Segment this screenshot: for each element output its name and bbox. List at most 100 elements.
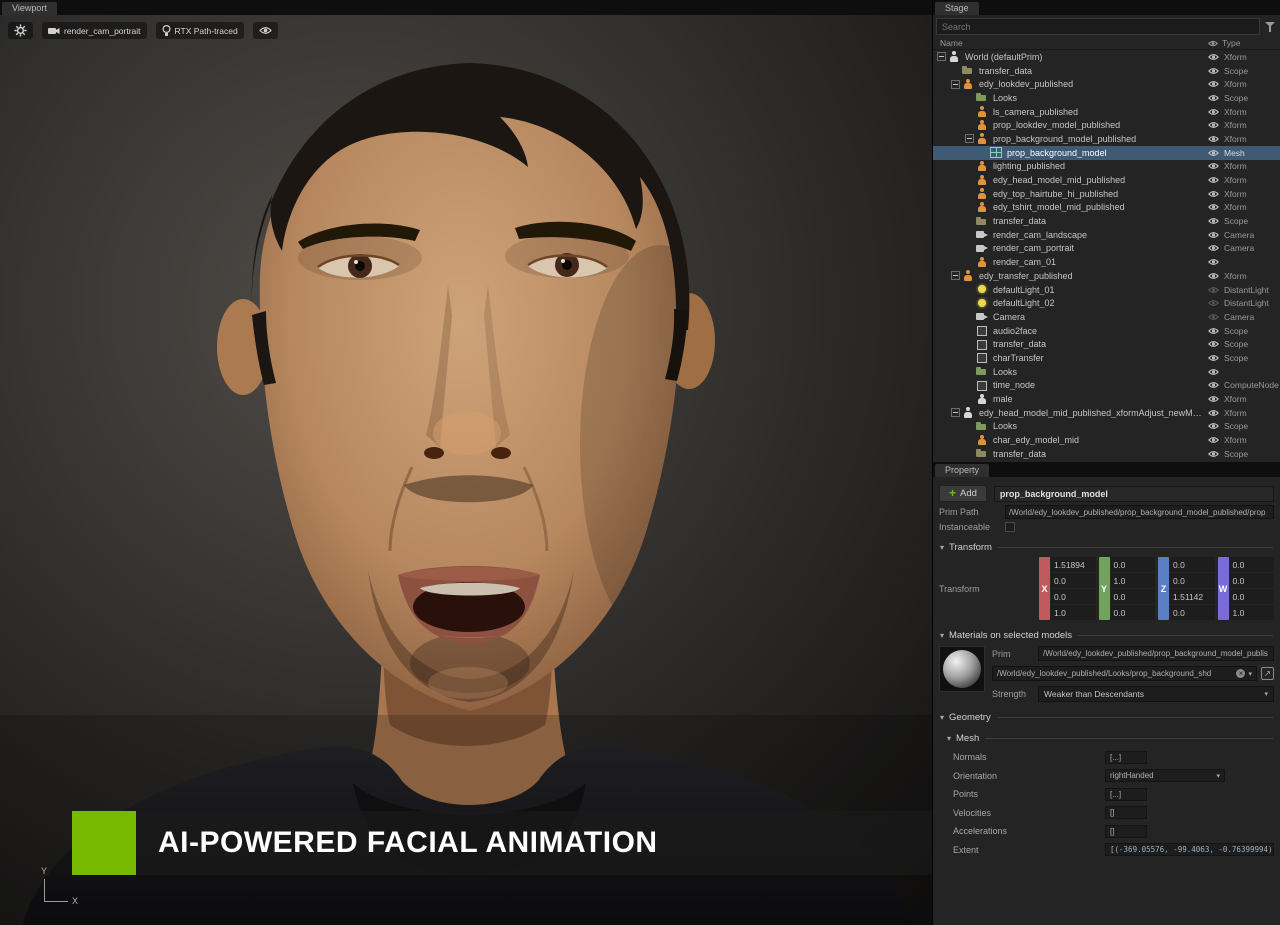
tree-row[interactable]: lighting_published Xform bbox=[933, 160, 1280, 174]
tab-stage[interactable]: Stage bbox=[935, 2, 979, 15]
geometry-attribute-value[interactable]: [] bbox=[1105, 825, 1147, 838]
tree-row[interactable]: charTransfer Scope bbox=[933, 351, 1280, 365]
prim-name-field[interactable] bbox=[994, 486, 1274, 502]
visibility-eye-icon[interactable] bbox=[1204, 121, 1222, 129]
visibility-eye-icon[interactable] bbox=[1204, 217, 1222, 225]
visibility-eye-icon[interactable] bbox=[1204, 67, 1222, 75]
expand-toggle-icon[interactable] bbox=[965, 134, 974, 143]
tree-row[interactable]: defaultLight_02 DistantLight bbox=[933, 296, 1280, 310]
matrix-value[interactable]: 1.0 bbox=[1111, 573, 1156, 588]
visibility-eye-icon[interactable] bbox=[1204, 203, 1222, 211]
visibility-eye-icon[interactable] bbox=[1204, 190, 1222, 198]
visibility-eye-icon[interactable] bbox=[1204, 409, 1222, 417]
geometry-attribute-value[interactable]: rightHanded bbox=[1105, 769, 1225, 782]
strength-dropdown[interactable]: Weaker than Descendants bbox=[1038, 686, 1274, 702]
instanceable-checkbox[interactable] bbox=[1005, 522, 1015, 532]
open-material-icon[interactable] bbox=[1261, 667, 1274, 680]
matrix-value[interactable]: 1.0 bbox=[1230, 605, 1275, 620]
visibility-eye-icon[interactable] bbox=[1204, 422, 1222, 430]
matrix-value[interactable]: 0.0 bbox=[1051, 589, 1096, 604]
tree-row[interactable]: transfer_data Scope bbox=[933, 64, 1280, 78]
material-path-field[interactable]: /World/edy_lookdev_published/Looks/prop_… bbox=[992, 666, 1257, 681]
visibility-eye-icon[interactable] bbox=[1204, 80, 1222, 88]
matrix-value[interactable]: 0.0 bbox=[1230, 573, 1275, 588]
matrix-value[interactable]: 0.0 bbox=[1111, 605, 1156, 620]
visibility-eye-icon[interactable] bbox=[1204, 395, 1222, 403]
visibility-eye-icon[interactable] bbox=[1204, 231, 1222, 239]
tree-row[interactable]: transfer_data Scope bbox=[933, 337, 1280, 351]
tree-row[interactable]: render_cam_landscape Camera bbox=[933, 228, 1280, 242]
column-name[interactable]: Name bbox=[940, 38, 1204, 48]
expand-toggle-icon[interactable] bbox=[951, 408, 960, 417]
tree-row[interactable]: edy_tshirt_model_mid_published Xform bbox=[933, 201, 1280, 215]
visibility-eye-icon[interactable] bbox=[1204, 327, 1222, 335]
matrix-value[interactable]: 0.0 bbox=[1111, 557, 1156, 572]
filter-icon[interactable] bbox=[1264, 21, 1276, 33]
visibility-eye-icon[interactable] bbox=[1204, 436, 1222, 444]
tree-row[interactable]: prop_background_model_published Xform bbox=[933, 132, 1280, 146]
matrix-value[interactable]: 0.0 bbox=[1111, 589, 1156, 604]
tree-row[interactable]: edy_top_hairtube_hi_published Xform bbox=[933, 187, 1280, 201]
visibility-eye-icon[interactable] bbox=[1204, 313, 1222, 321]
transform-section-header[interactable]: Transform bbox=[940, 542, 1273, 553]
tree-row[interactable]: male Xform bbox=[933, 392, 1280, 406]
visibility-eye-icon[interactable] bbox=[1204, 381, 1222, 389]
geometry-attribute-value[interactable]: [] bbox=[1105, 806, 1147, 819]
visibility-eye-icon[interactable] bbox=[1204, 162, 1222, 170]
matrix-value[interactable]: 1.51894 bbox=[1051, 557, 1096, 572]
tree-row[interactable]: prop_lookdev_model_published Xform bbox=[933, 118, 1280, 132]
visibility-eye-icon[interactable] bbox=[1204, 149, 1222, 157]
stage-search-input[interactable] bbox=[936, 18, 1260, 35]
tree-row[interactable]: edy_head_model_mid_published_xformAdjust… bbox=[933, 406, 1280, 420]
tab-property[interactable]: Property bbox=[935, 464, 989, 477]
visibility-eye-icon[interactable] bbox=[1204, 272, 1222, 280]
tree-row[interactable]: transfer_data Scope bbox=[933, 447, 1280, 461]
tree-row[interactable]: Looks Scope bbox=[933, 91, 1280, 105]
visibility-eye-icon[interactable] bbox=[1204, 258, 1222, 266]
column-type[interactable]: Type bbox=[1222, 38, 1280, 48]
geometry-attribute-value[interactable]: [...] bbox=[1105, 751, 1147, 764]
mesh-subsection-header[interactable]: Mesh bbox=[947, 733, 1273, 744]
visibility-eye-icon[interactable] bbox=[1204, 354, 1222, 362]
tree-row[interactable]: transfer_data Scope bbox=[933, 214, 1280, 228]
renderer-selector[interactable]: RTX Path-traced bbox=[156, 22, 244, 39]
tree-row[interactable]: World (defaultPrim) Xform bbox=[933, 50, 1280, 64]
visibility-eye-icon[interactable] bbox=[1204, 135, 1222, 143]
visibility-eye-icon[interactable] bbox=[1204, 244, 1222, 252]
visibility-eye-icon[interactable] bbox=[1204, 368, 1222, 376]
matrix-value[interactable]: 1.0 bbox=[1051, 605, 1096, 620]
tree-row[interactable]: char_edy_model_mid Xform bbox=[933, 433, 1280, 447]
material-prim-field[interactable]: /World/edy_lookdev_published/prop_backgr… bbox=[1038, 646, 1274, 661]
add-property-button[interactable]: Add bbox=[939, 485, 987, 502]
prim-path-field[interactable] bbox=[1005, 505, 1274, 519]
viewport-settings-button[interactable] bbox=[8, 22, 33, 39]
clear-material-icon[interactable] bbox=[1236, 669, 1245, 678]
viewport-canvas[interactable]: render_cam_portrait RTX Path-traced AI-P… bbox=[0, 15, 932, 925]
tree-row[interactable]: defaultLight_01 DistantLight bbox=[933, 283, 1280, 297]
tree-row[interactable]: Looks bbox=[933, 365, 1280, 379]
tree-row[interactable]: audio2face Scope bbox=[933, 324, 1280, 338]
visibility-eye-icon[interactable] bbox=[1204, 286, 1222, 294]
tree-row[interactable]: prop_background_model Mesh bbox=[933, 146, 1280, 160]
matrix-value[interactable]: 0.0 bbox=[1230, 557, 1275, 572]
tree-row[interactable]: ls_camera_published Xform bbox=[933, 105, 1280, 119]
expand-toggle-icon[interactable] bbox=[951, 80, 960, 89]
tree-row[interactable]: render_cam_portrait Camera bbox=[933, 242, 1280, 256]
geometry-attribute-value[interactable]: [...] bbox=[1105, 788, 1147, 801]
matrix-value[interactable]: 0.0 bbox=[1170, 573, 1215, 588]
matrix-value[interactable]: 1.51142 bbox=[1170, 589, 1215, 604]
visibility-eye-icon[interactable] bbox=[1204, 450, 1222, 458]
tree-row[interactable]: edy_head_model_mid_published Xform bbox=[933, 173, 1280, 187]
chevron-down-icon[interactable] bbox=[1248, 670, 1252, 678]
visibility-eye-icon[interactable] bbox=[1204, 176, 1222, 184]
tree-row[interactable]: Camera Camera bbox=[933, 310, 1280, 324]
visibility-eye-icon[interactable] bbox=[1204, 94, 1222, 102]
matrix-value[interactable]: 0.0 bbox=[1170, 605, 1215, 620]
tree-row[interactable]: edy_lookdev_published Xform bbox=[933, 77, 1280, 91]
expand-toggle-icon[interactable] bbox=[951, 271, 960, 280]
tree-row[interactable]: edy_transfer_published Xform bbox=[933, 269, 1280, 283]
matrix-value[interactable]: 0.0 bbox=[1230, 589, 1275, 604]
tab-viewport[interactable]: Viewport bbox=[2, 2, 57, 15]
geometry-section-header[interactable]: Geometry bbox=[940, 712, 1273, 723]
visibility-menu-button[interactable] bbox=[253, 22, 278, 39]
